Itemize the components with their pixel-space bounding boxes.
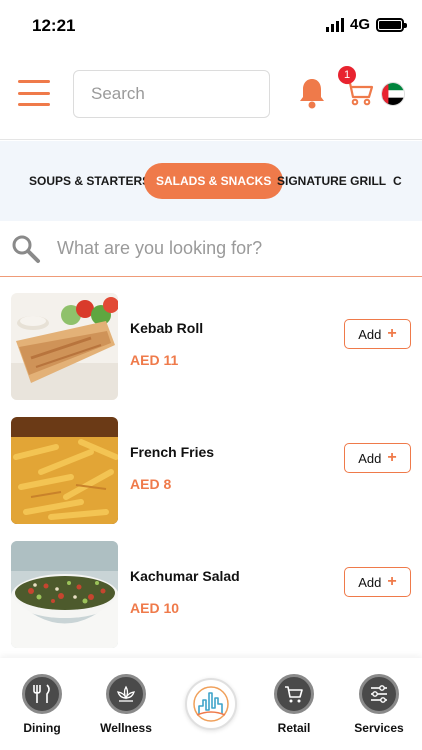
kebab-roll-image bbox=[11, 293, 118, 400]
plus-icon: + bbox=[387, 573, 397, 590]
add-button[interactable]: Add + bbox=[344, 319, 411, 349]
list-item: French Fries AED 8 Add + bbox=[0, 417, 422, 525]
lotus-icon bbox=[106, 674, 146, 714]
uae-flag-icon[interactable] bbox=[381, 82, 405, 106]
nav-label: Services bbox=[354, 721, 404, 735]
bell-icon[interactable] bbox=[297, 76, 327, 110]
city-skyline-logo bbox=[193, 686, 229, 722]
add-button[interactable]: Add + bbox=[344, 443, 411, 473]
nav-dining[interactable]: Dining bbox=[2, 674, 82, 735]
list-item: Kebab Roll AED 11 Add + bbox=[0, 293, 422, 401]
cart-count-badge: 1 bbox=[338, 66, 356, 84]
nav-label: Wellness bbox=[100, 721, 152, 735]
tab-soups-starters[interactable]: SOUPS & STARTERS bbox=[29, 163, 150, 199]
item-price: AED 10 bbox=[130, 600, 180, 616]
item-name: Kebab Roll bbox=[130, 320, 204, 336]
list-item: Kachumar Salad AED 10 Add + bbox=[0, 541, 422, 649]
kachumar-salad-image bbox=[11, 541, 118, 648]
home-logo-button[interactable] bbox=[185, 678, 237, 730]
signal-icon bbox=[325, 17, 344, 32]
item-name: French Fries bbox=[130, 444, 215, 460]
item-name: Kachumar Salad bbox=[130, 568, 240, 584]
item-price: AED 8 bbox=[130, 476, 172, 492]
category-tabs: SOUPS & STARTERS SALADS & SNACKS SIGNATU… bbox=[0, 141, 422, 221]
add-label: Add bbox=[358, 450, 382, 466]
battery-icon bbox=[376, 17, 407, 32]
status-bar: 12:21 4G bbox=[0, 0, 422, 52]
status-icons: 4G bbox=[325, 16, 407, 33]
item-price: AED 11 bbox=[130, 352, 179, 368]
nav-label: Retail bbox=[277, 721, 311, 735]
search-icon bbox=[12, 235, 40, 263]
item-search-bar[interactable]: What are you looking for? bbox=[0, 221, 422, 277]
nav-services[interactable]: Services bbox=[339, 674, 419, 735]
tab-signature-grill[interactable]: SIGNATURE GRILL bbox=[277, 163, 386, 199]
add-label: Add bbox=[358, 326, 382, 342]
bottom-navigation: Dining Wellness Retail Services bbox=[0, 658, 422, 750]
nav-wellness[interactable]: Wellness bbox=[86, 674, 166, 735]
nav-retail[interactable]: Retail bbox=[254, 674, 334, 735]
shopping-cart-icon bbox=[274, 674, 314, 714]
menu-icon[interactable] bbox=[18, 80, 50, 106]
nav-label: Dining bbox=[23, 721, 61, 735]
sliders-icon bbox=[359, 674, 399, 714]
network-label: 4G bbox=[349, 16, 370, 33]
add-label: Add bbox=[358, 574, 382, 590]
app-header: Search 1 bbox=[0, 52, 422, 140]
add-button[interactable]: Add + bbox=[344, 567, 411, 597]
french-fries-image bbox=[11, 417, 118, 524]
item-search-input[interactable]: What are you looking for? bbox=[57, 238, 262, 259]
plus-icon: + bbox=[387, 325, 397, 342]
plus-icon: + bbox=[387, 449, 397, 466]
tab-next-category[interactable]: C bbox=[393, 163, 402, 199]
tab-salads-snacks[interactable]: SALADS & SNACKS bbox=[144, 163, 284, 199]
search-input[interactable]: Search bbox=[73, 70, 270, 118]
dining-icon bbox=[22, 674, 62, 714]
status-time: 12:21 bbox=[32, 16, 76, 35]
